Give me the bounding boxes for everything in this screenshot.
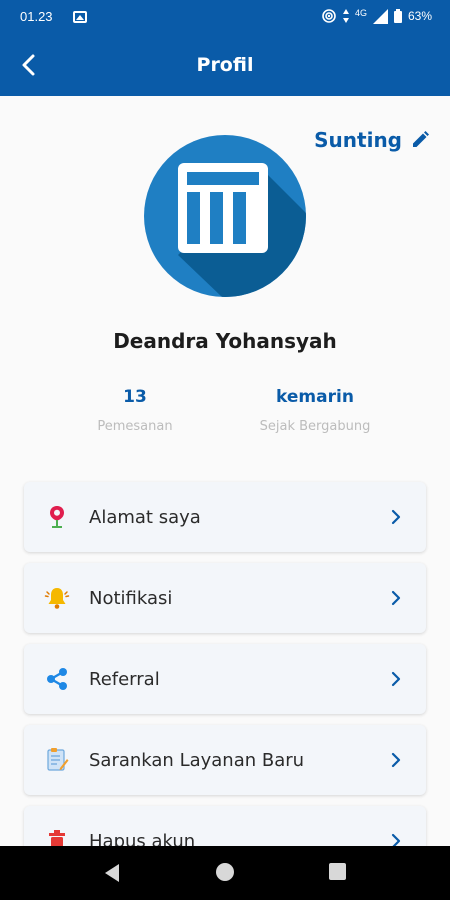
nav-recents-icon[interactable] [329, 863, 346, 880]
nav-back-icon[interactable] [103, 863, 121, 883]
stat-joined-label: Sejak Bergabung [259, 419, 371, 434]
menu-item-suggest-service[interactable]: Sarankan Layanan Baru [24, 725, 426, 795]
status-bar: 01.23 4G 63% [0, 0, 450, 34]
chevron-right-icon [391, 590, 401, 606]
stat-orders-value: 13 [123, 387, 147, 407]
avatar [144, 135, 306, 297]
menu-item-referral[interactable]: Referral [24, 644, 426, 714]
chevron-right-icon [391, 509, 401, 525]
signal-icon [372, 8, 388, 24]
chevron-right-icon [391, 671, 401, 687]
chevron-right-icon [391, 752, 401, 768]
hotspot-icon [322, 9, 336, 23]
menu-item-address[interactable]: Alamat saya [24, 482, 426, 552]
app-bar: Profil [0, 34, 450, 96]
menu-label-notifications: Notifikasi [89, 587, 173, 609]
menu-label-referral: Referral [89, 668, 160, 690]
menu-label-suggest-service: Sarankan Layanan Baru [89, 749, 305, 771]
status-time: 01.23 [20, 9, 53, 24]
share-icon [44, 666, 70, 692]
stat-joined: kemarin Sejak Bergabung [250, 387, 380, 434]
stat-orders-label: Pemesanan [97, 419, 173, 434]
menu-item-notifications[interactable]: Notifikasi [24, 563, 426, 633]
menu-label-address: Alamat saya [89, 506, 201, 528]
stat-orders: 13 Pemesanan [86, 387, 184, 434]
system-nav-bar [0, 846, 450, 900]
stat-joined-value: kemarin [276, 387, 354, 407]
data-arrows-icon [342, 9, 349, 23]
pencil-icon [413, 131, 429, 147]
page-title: Profil [196, 54, 254, 76]
app-logo-icon [178, 163, 306, 297]
edit-label: Sunting [314, 128, 402, 152]
battery-icon [393, 9, 402, 23]
nav-home-icon[interactable] [216, 863, 234, 881]
suggest-document-icon [44, 747, 70, 773]
image-notification-icon [73, 11, 87, 23]
edit-profile-button[interactable]: Sunting [314, 128, 430, 152]
bell-icon [44, 585, 70, 611]
network-type: 4G [354, 8, 367, 18]
location-pin-icon [44, 504, 70, 530]
battery-percent: 63% [407, 9, 432, 23]
status-right: 4G 63% [321, 8, 432, 24]
profile-name: Deandra Yohansyah [113, 329, 337, 353]
